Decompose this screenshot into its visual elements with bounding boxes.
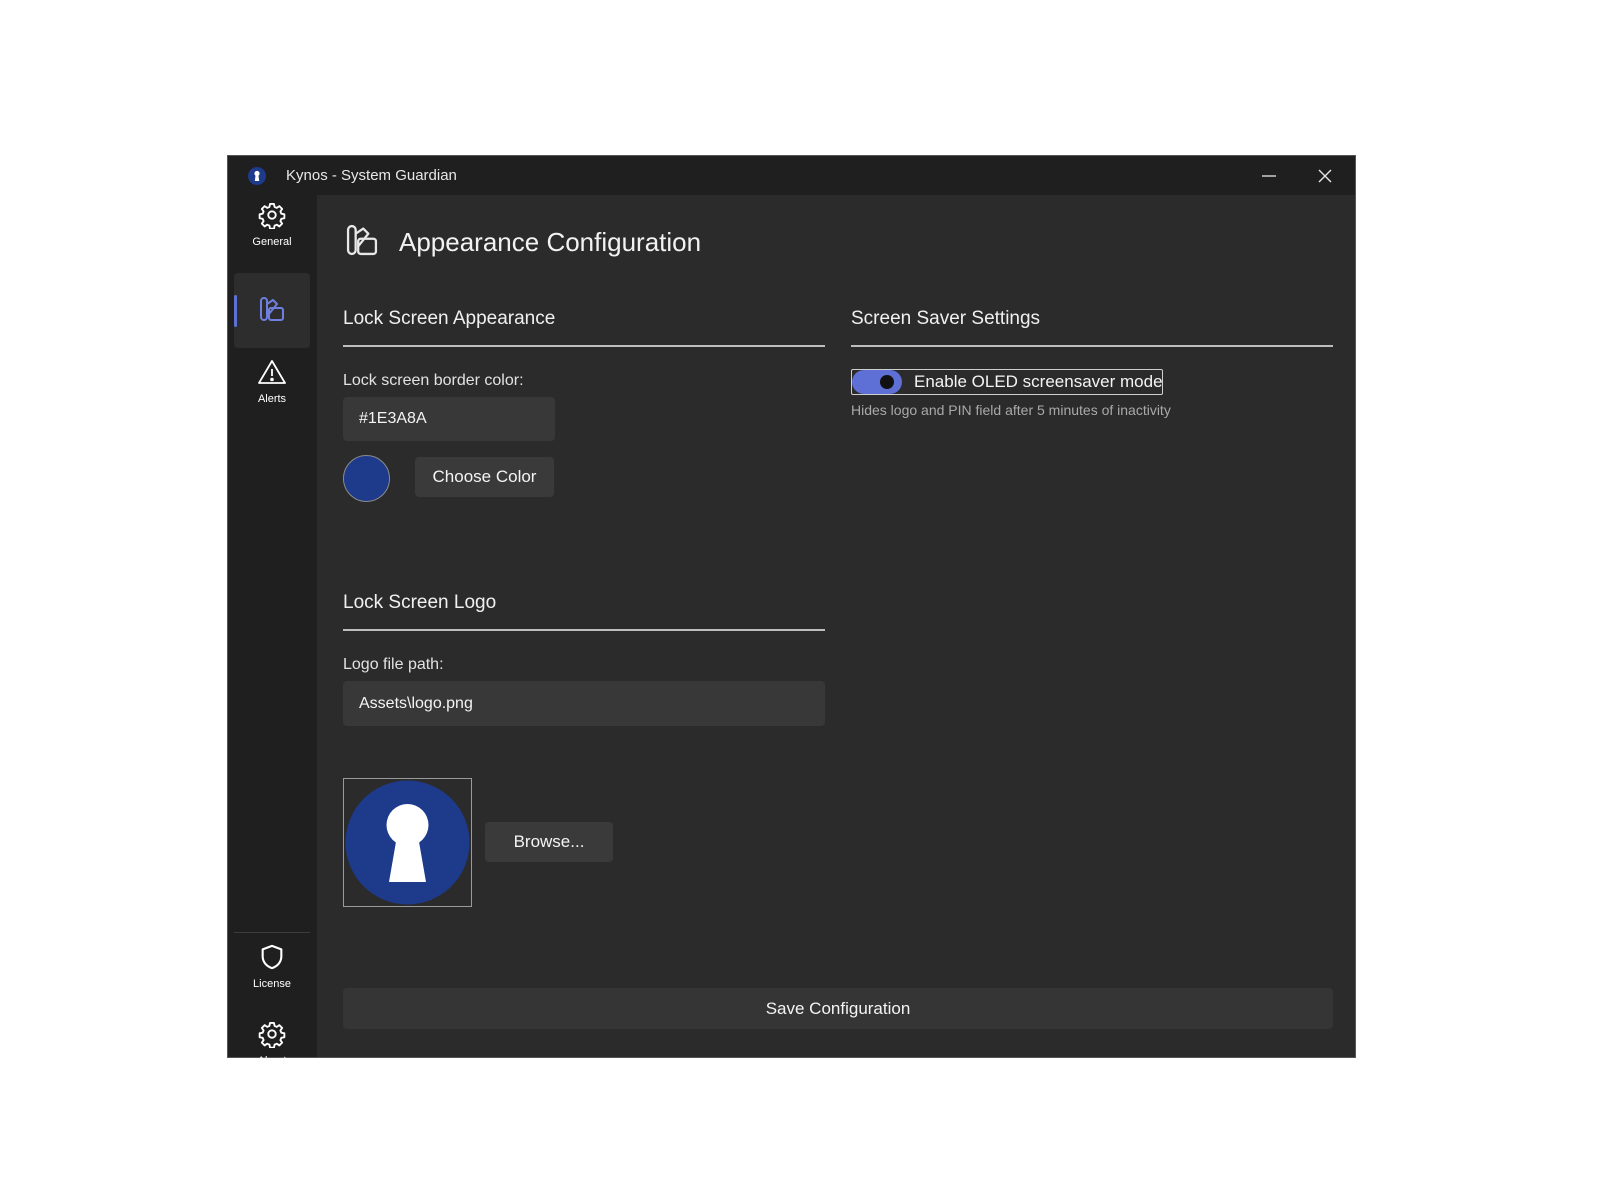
logo-path-input[interactable]: Assets\logo.png: [343, 681, 825, 726]
choose-color-button[interactable]: Choose Color: [415, 457, 554, 497]
gear-icon: [258, 1020, 286, 1051]
close-button[interactable]: [1297, 156, 1353, 195]
save-configuration-button[interactable]: Save Configuration: [343, 988, 1333, 1029]
sidebar-item-license[interactable]: License: [234, 943, 310, 1005]
title-bar: Kynos - System Guardian: [228, 156, 1355, 195]
selected-indicator: [234, 295, 237, 327]
section-title-screen-saver: Screen Saver Settings: [851, 308, 1041, 329]
section-title-lock-screen-appearance: Lock Screen Appearance: [343, 308, 556, 329]
browse-button[interactable]: Browse...: [485, 822, 613, 862]
sidebar-item-alerts[interactable]: Alerts: [234, 358, 310, 420]
app-logo-icon: [246, 165, 268, 187]
oled-toggle-switch[interactable]: [852, 370, 902, 394]
oled-toggle-row[interactable]: Enable OLED screensaver mode: [851, 369, 1163, 395]
sidebar-divider: [234, 932, 310, 933]
section-divider: [343, 629, 825, 631]
sidebar-item-appearance[interactable]: [234, 273, 310, 348]
oled-hint-text: Hides logo and PIN field after 5 minutes…: [851, 402, 1171, 418]
color-swatch[interactable]: [343, 455, 390, 502]
page-header: Appearance Configuration: [343, 221, 701, 264]
keyhole-logo-icon: [345, 780, 470, 905]
section-divider: [343, 345, 825, 347]
sidebar: General Alerts License About: [228, 195, 317, 1067]
close-icon: [1318, 169, 1332, 182]
gear-icon: [258, 201, 286, 232]
sidebar-item-about[interactable]: About: [234, 1020, 310, 1082]
border-color-input[interactable]: #1E3A8A: [343, 397, 555, 441]
warning-icon: [257, 358, 287, 389]
sidebar-item-general[interactable]: General: [234, 201, 310, 263]
palette-icon: [257, 294, 287, 327]
sidebar-item-label: About: [257, 1055, 287, 1067]
logo-preview: [343, 778, 472, 907]
sidebar-item-label: Alerts: [257, 393, 287, 405]
toggle-knob: [880, 375, 894, 389]
app-window: Kynos - System Guardian General Alerts L…: [227, 155, 1356, 1067]
main-content: Appearance Configuration Lock Screen App…: [317, 195, 1355, 1057]
section-divider: [851, 345, 1333, 347]
oled-toggle-label: Enable OLED screensaver mode: [914, 372, 1163, 391]
section-title-lock-screen-logo: Lock Screen Logo: [343, 592, 497, 613]
minimize-icon: [1262, 174, 1276, 177]
page-title: Appearance Configuration: [399, 227, 702, 257]
window-title: Kynos - System Guardian: [286, 167, 457, 184]
sidebar-item-label: License: [253, 978, 291, 990]
border-color-label: Lock screen border color:: [343, 372, 524, 389]
logo-path-label: Logo file path:: [343, 656, 444, 673]
palette-icon: [343, 221, 381, 264]
sidebar-item-label: General: [252, 236, 292, 248]
minimize-button[interactable]: [1241, 156, 1297, 195]
shield-icon: [258, 943, 286, 974]
